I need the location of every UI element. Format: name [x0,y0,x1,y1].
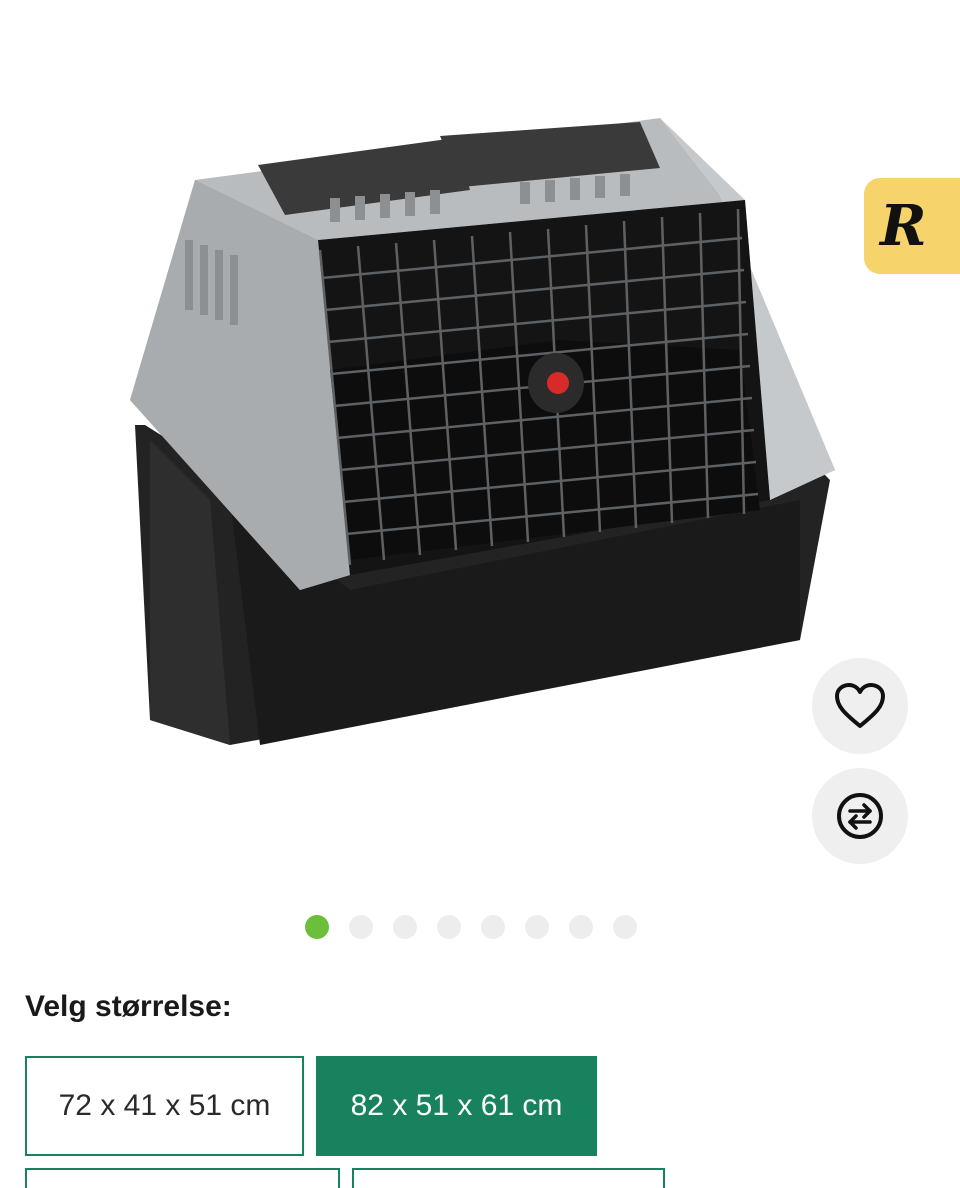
size-option-72x41x51[interactable]: 72 x 41 x 51 cm [25,1056,304,1156]
pagination-dot[interactable] [569,915,593,939]
product-image[interactable] [0,0,960,890]
heart-icon [835,683,885,728]
pagination-dot[interactable] [613,915,637,939]
compare-arrows-icon [837,793,883,839]
pagination-dot[interactable] [437,915,461,939]
badge-letter: R [880,193,927,259]
favorite-button[interactable] [812,658,908,754]
pagination-dot[interactable] [305,915,329,939]
dog-crate-illustration [130,118,835,745]
pagination-dot[interactable] [393,915,417,939]
size-option-4[interactable] [352,1168,665,1188]
pagination-dot[interactable] [525,915,549,939]
size-option-82x51x61[interactable]: 82 x 51 x 61 cm [316,1056,597,1156]
pagination-dot[interactable] [481,915,505,939]
size-selector-label: Velg størrelse: [25,990,232,1023]
compare-button[interactable] [812,768,908,864]
r-badge[interactable]: R [864,178,960,274]
pagination-dot[interactable] [349,915,373,939]
gallery-pagination [305,915,637,939]
size-option-3[interactable] [25,1168,340,1188]
